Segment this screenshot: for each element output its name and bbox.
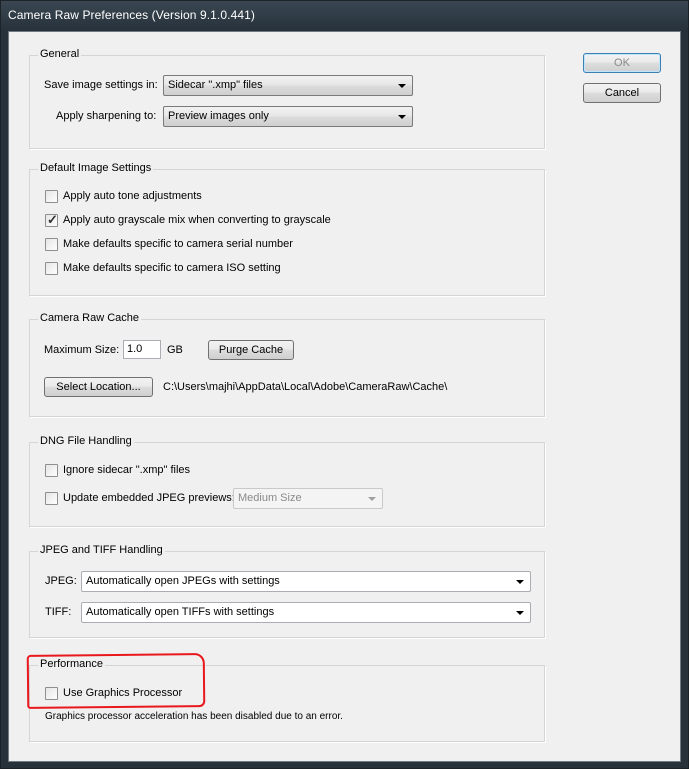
select-location-button[interactable]: Select Location... <box>44 377 153 397</box>
update-jpeg-previews-label: Update embedded JPEG previews: <box>63 492 235 504</box>
checkbox-box[interactable] <box>45 262 58 275</box>
checkbox-box[interactable] <box>45 492 58 505</box>
preview-size-select[interactable]: Medium Size <box>233 488 383 509</box>
checkbox-box[interactable] <box>45 687 58 700</box>
chevron-down-icon <box>368 497 376 501</box>
cache-legend: Camera Raw Cache <box>38 312 142 324</box>
ok-button[interactable]: OK <box>583 53 661 73</box>
use-graphics-processor-label: Use Graphics Processor <box>63 687 183 699</box>
default-image-legend: Default Image Settings <box>38 162 154 174</box>
jpeg-label: JPEG: <box>45 575 77 587</box>
cancel-button[interactable]: Cancel <box>583 83 661 103</box>
preferences-window: Camera Raw Preferences (Version 9.1.0.44… <box>0 0 689 769</box>
checkbox-box[interactable] <box>45 464 58 477</box>
default-image-settings-group: Default Image Settings Apply auto tone a… <box>29 162 546 297</box>
save-settings-value: Sidecar ".xmp" files <box>168 79 263 91</box>
save-settings-select[interactable]: Sidecar ".xmp" files <box>163 75 413 96</box>
auto-grayscale-label: Apply auto grayscale mix when converting… <box>63 214 331 226</box>
performance-legend: Performance <box>38 658 105 670</box>
title-bar[interactable]: Camera Raw Preferences (Version 9.1.0.44… <box>1 1 688 31</box>
jpeg-handling-select[interactable]: Automatically open JPEGs with settings <box>81 571 531 592</box>
preview-size-value: Medium Size <box>238 492 302 504</box>
dng-file-handling-group: DNG File Handling Ignore sidecar ".xmp" … <box>29 435 546 528</box>
tiff-handling-value: Automatically open TIFFs with settings <box>86 606 275 618</box>
checkbox-box[interactable] <box>45 238 58 251</box>
sharpening-label: Apply sharpening to: <box>56 110 157 122</box>
chevron-down-icon <box>398 84 406 88</box>
chevron-down-icon <box>516 580 524 584</box>
camera-raw-cache-group: Camera Raw Cache Maximum Size: 1.0 GB Pu… <box>29 312 546 418</box>
checkbox-box[interactable] <box>45 190 58 203</box>
jpeg-handling-value: Automatically open JPEGs with settings <box>86 575 280 587</box>
checkmark-icon: ✓ <box>47 212 58 227</box>
save-settings-label: Save image settings in: <box>44 79 158 91</box>
tiff-label: TIFF: <box>45 606 72 618</box>
checkbox-box[interactable]: ✓ <box>45 212 58 227</box>
dialog-body: OK Cancel General Save image settings in… <box>8 31 681 762</box>
gpu-error-note: Graphics processor acceleration has been… <box>45 711 343 722</box>
dng-legend: DNG File Handling <box>38 435 134 447</box>
max-size-input[interactable]: 1.0 <box>123 340 161 359</box>
camera-iso-label: Make defaults specific to camera ISO set… <box>63 262 281 274</box>
sharpening-select[interactable]: Preview images only <box>163 106 413 127</box>
performance-group: Performance Use Graphics Processor Graph… <box>29 658 546 743</box>
tiff-handling-select[interactable]: Automatically open TIFFs with settings <box>81 602 531 623</box>
cache-path: C:\Users\majhi\AppData\Local\Adobe\Camer… <box>163 381 448 393</box>
jpeg-tiff-handling-group: JPEG and TIFF Handling JPEG: Automatical… <box>29 544 546 639</box>
auto-tone-label: Apply auto tone adjustments <box>63 190 202 202</box>
camera-serial-label: Make defaults specific to camera serial … <box>63 238 293 250</box>
general-group: General Save image settings in: Sidecar … <box>29 48 546 150</box>
max-size-label: Maximum Size: <box>44 344 120 356</box>
jpeg-tiff-legend: JPEG and TIFF Handling <box>38 544 165 556</box>
window-title: Camera Raw Preferences (Version 9.1.0.44… <box>8 8 255 22</box>
chevron-down-icon <box>516 611 524 615</box>
gb-unit-label: GB <box>167 344 183 356</box>
purge-cache-button[interactable]: Purge Cache <box>208 340 294 360</box>
chevron-down-icon <box>398 115 406 119</box>
sharpening-value: Preview images only <box>168 110 269 122</box>
general-legend: General <box>38 48 82 60</box>
ignore-sidecar-label: Ignore sidecar ".xmp" files <box>63 464 191 476</box>
